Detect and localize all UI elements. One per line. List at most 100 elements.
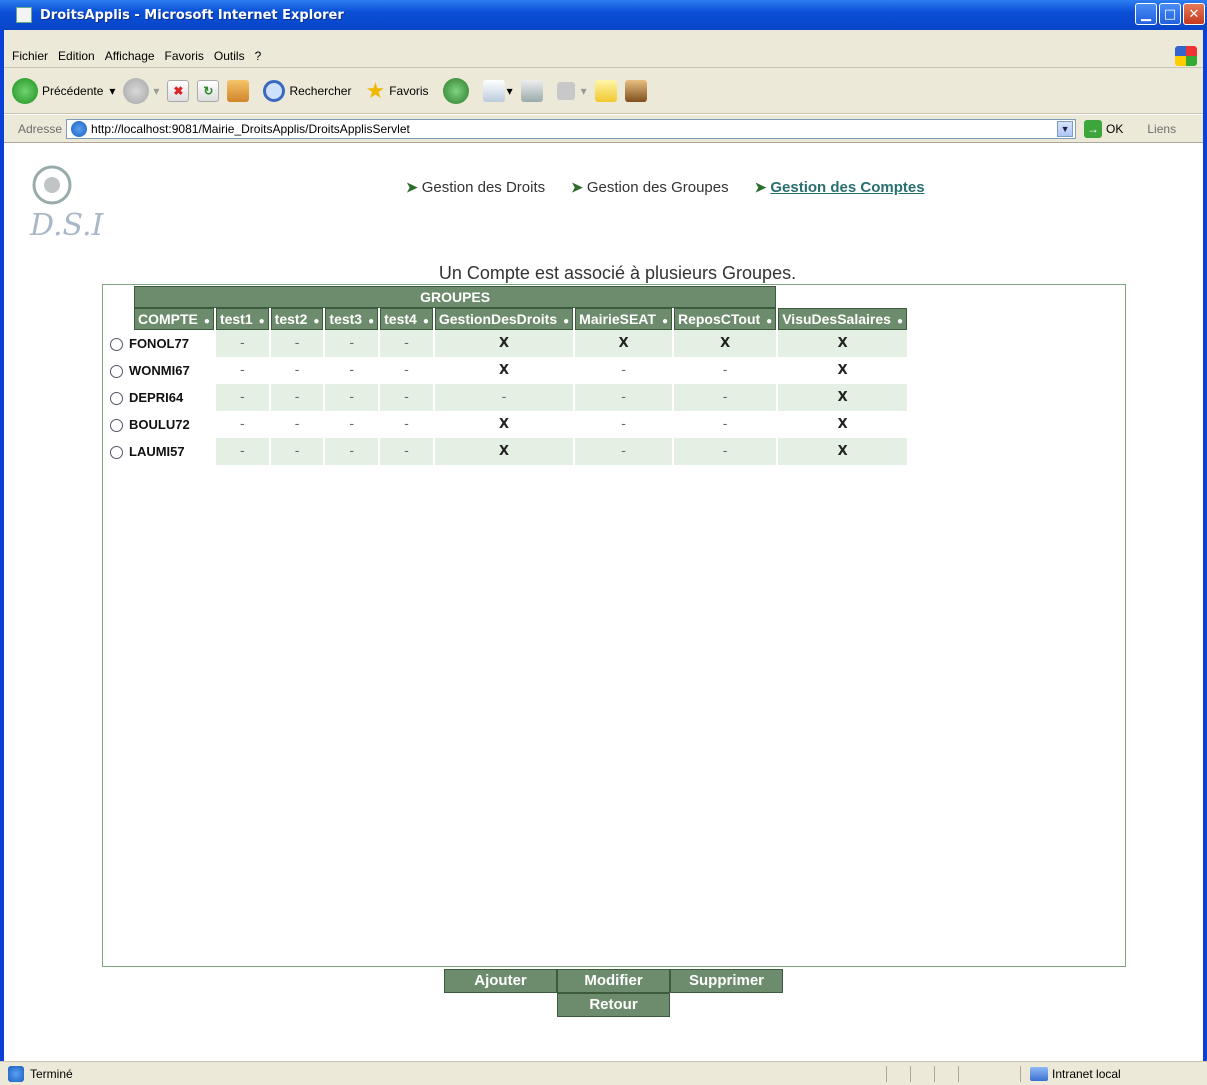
group-cell: - <box>434 384 574 411</box>
address-dropdown-icon[interactable]: ▼ <box>1057 120 1074 137</box>
account-label: FONOL77 <box>129 335 189 351</box>
group-cell: - <box>380 438 433 465</box>
dsi-logo: D.S.I <box>29 165 105 243</box>
group-cell: - <box>325 384 379 411</box>
nav-arrow-icon: ➤ <box>754 179 767 195</box>
group-cell: - <box>380 411 433 438</box>
sort-dot-icon: ● <box>896 316 903 327</box>
nav-gestion-groupes[interactable]: ➤ Gestion des Groupes <box>571 179 728 196</box>
windows-logo-icon <box>1175 46 1197 66</box>
history-button[interactable] <box>442 77 469 104</box>
print-icon <box>520 79 543 102</box>
delete-button[interactable]: Supprimer <box>670 969 783 993</box>
stop-button[interactable]: ✖ <box>167 79 190 102</box>
group-cell: - <box>215 438 269 465</box>
back-button-row: Retour <box>557 993 670 1017</box>
research-button[interactable] <box>624 79 647 102</box>
modify-button[interactable]: Modifier <box>557 969 670 993</box>
nav-label[interactable]: Gestion des Droits <box>422 179 545 196</box>
table-row: WONMI67- - - - X - - X <box>110 357 907 384</box>
table-row: LAUMI57- - - - X - - X <box>110 438 907 465</box>
edit-dropdown-icon[interactable]: ▾ <box>581 84 587 98</box>
address-input[interactable]: http://localhost:9081/Mairie_DroitsAppli… <box>66 118 1077 139</box>
nav-gestion-droits[interactable]: ➤ Gestion des Droits <box>406 179 545 196</box>
column-header[interactable]: VisuDesSalaires ● <box>778 308 907 330</box>
group-cell: - <box>215 384 269 411</box>
menu-outils[interactable]: Outils <box>214 49 245 63</box>
menu-favoris[interactable]: Favoris <box>165 49 204 63</box>
back-arrow-icon <box>12 77 38 104</box>
menu-affichage[interactable]: Affichage <box>105 49 155 63</box>
account-cell: DEPRI64 <box>110 384 214 411</box>
account-label: DEPRI64 <box>129 389 184 405</box>
status-text: Terminé <box>30 1066 73 1081</box>
column-header[interactable]: MairieSEAT ● <box>575 308 672 330</box>
maximize-button[interactable]: □ <box>1159 3 1181 25</box>
menu-help[interactable]: ? <box>255 49 262 63</box>
account-radio[interactable] <box>110 338 123 352</box>
account-radio[interactable] <box>110 365 123 379</box>
print-button[interactable] <box>520 79 543 102</box>
back-dropdown-icon[interactable]: ▾ <box>109 84 115 98</box>
zone-label: Intranet local <box>1052 1066 1121 1081</box>
menu-fichier[interactable]: Fichier <box>12 49 48 63</box>
group-cell: - <box>325 357 379 384</box>
refresh-icon: ↻ <box>197 79 220 102</box>
mail-icon <box>482 79 505 102</box>
column-header[interactable]: test2 ● <box>270 308 324 330</box>
group-cell: X <box>434 330 574 357</box>
sort-dot-icon: ● <box>422 316 429 327</box>
group-cell: X <box>434 438 574 465</box>
back-button[interactable]: Précédente ▾ <box>12 77 115 104</box>
return-button[interactable]: Retour <box>557 993 670 1017</box>
group-cell: X <box>778 438 907 465</box>
column-header[interactable]: test1 ● <box>215 308 269 330</box>
note-icon <box>594 79 617 102</box>
menu-edition[interactable]: Edition <box>58 49 95 63</box>
notes-button[interactable] <box>594 79 617 102</box>
group-cell: - <box>673 357 777 384</box>
group-cell: X <box>434 411 574 438</box>
go-button[interactable]: → OK <box>1080 119 1123 138</box>
column-header[interactable]: GestionDesDroits ● <box>434 308 574 330</box>
nav-arrow-icon: ➤ <box>406 179 418 195</box>
edit-icon <box>556 81 575 100</box>
group-cell: - <box>270 330 324 357</box>
group-cell: - <box>380 384 433 411</box>
column-header[interactable]: test4 ● <box>380 308 433 330</box>
links-button[interactable]: Liens <box>1147 122 1176 136</box>
mail-dropdown-icon[interactable]: ▾ <box>507 84 513 98</box>
account-radio[interactable] <box>110 446 123 460</box>
group-cell: - <box>325 330 379 357</box>
ie-page-icon <box>71 120 88 137</box>
account-column-header[interactable]: COMPTE ● <box>134 308 214 330</box>
account-radio[interactable] <box>110 419 123 433</box>
nav-label[interactable]: Gestion des Comptes <box>770 179 924 196</box>
status-divider <box>1020 1066 1021 1082</box>
column-header[interactable]: ReposCTout ● <box>673 308 777 330</box>
group-cell: - <box>325 411 379 438</box>
column-header[interactable]: test3 ● <box>325 308 379 330</box>
close-button[interactable]: ✕ <box>1183 3 1205 25</box>
group-cell: - <box>380 357 433 384</box>
nav-gestion-comptes[interactable]: ➤ Gestion des Comptes <box>755 179 925 196</box>
favorites-button[interactable]: ★ Favoris <box>365 78 434 104</box>
column-label: test4 <box>384 311 417 327</box>
nav-label[interactable]: Gestion des Groupes <box>587 179 729 196</box>
home-button[interactable] <box>227 79 250 102</box>
forward-button[interactable]: ▾ <box>123 77 159 104</box>
forward-dropdown-icon[interactable]: ▾ <box>153 84 159 98</box>
minimize-button[interactable]: ▁ <box>1135 3 1157 25</box>
add-button[interactable]: Ajouter <box>444 969 557 993</box>
account-cell: WONMI67 <box>110 357 214 384</box>
column-label: ReposCTout <box>677 311 761 327</box>
group-cell: - <box>215 411 269 438</box>
refresh-button[interactable]: ↻ <box>197 79 220 102</box>
address-url[interactable]: http://localhost:9081/Mairie_DroitsAppli… <box>91 122 410 136</box>
back-label: Précédente <box>42 83 104 98</box>
mail-button[interactable]: ▾ <box>482 79 513 102</box>
status-page-icon <box>8 1065 24 1082</box>
edit-button[interactable]: ▾ <box>556 81 587 100</box>
account-radio[interactable] <box>110 392 123 406</box>
search-button[interactable]: Rechercher <box>263 79 357 102</box>
